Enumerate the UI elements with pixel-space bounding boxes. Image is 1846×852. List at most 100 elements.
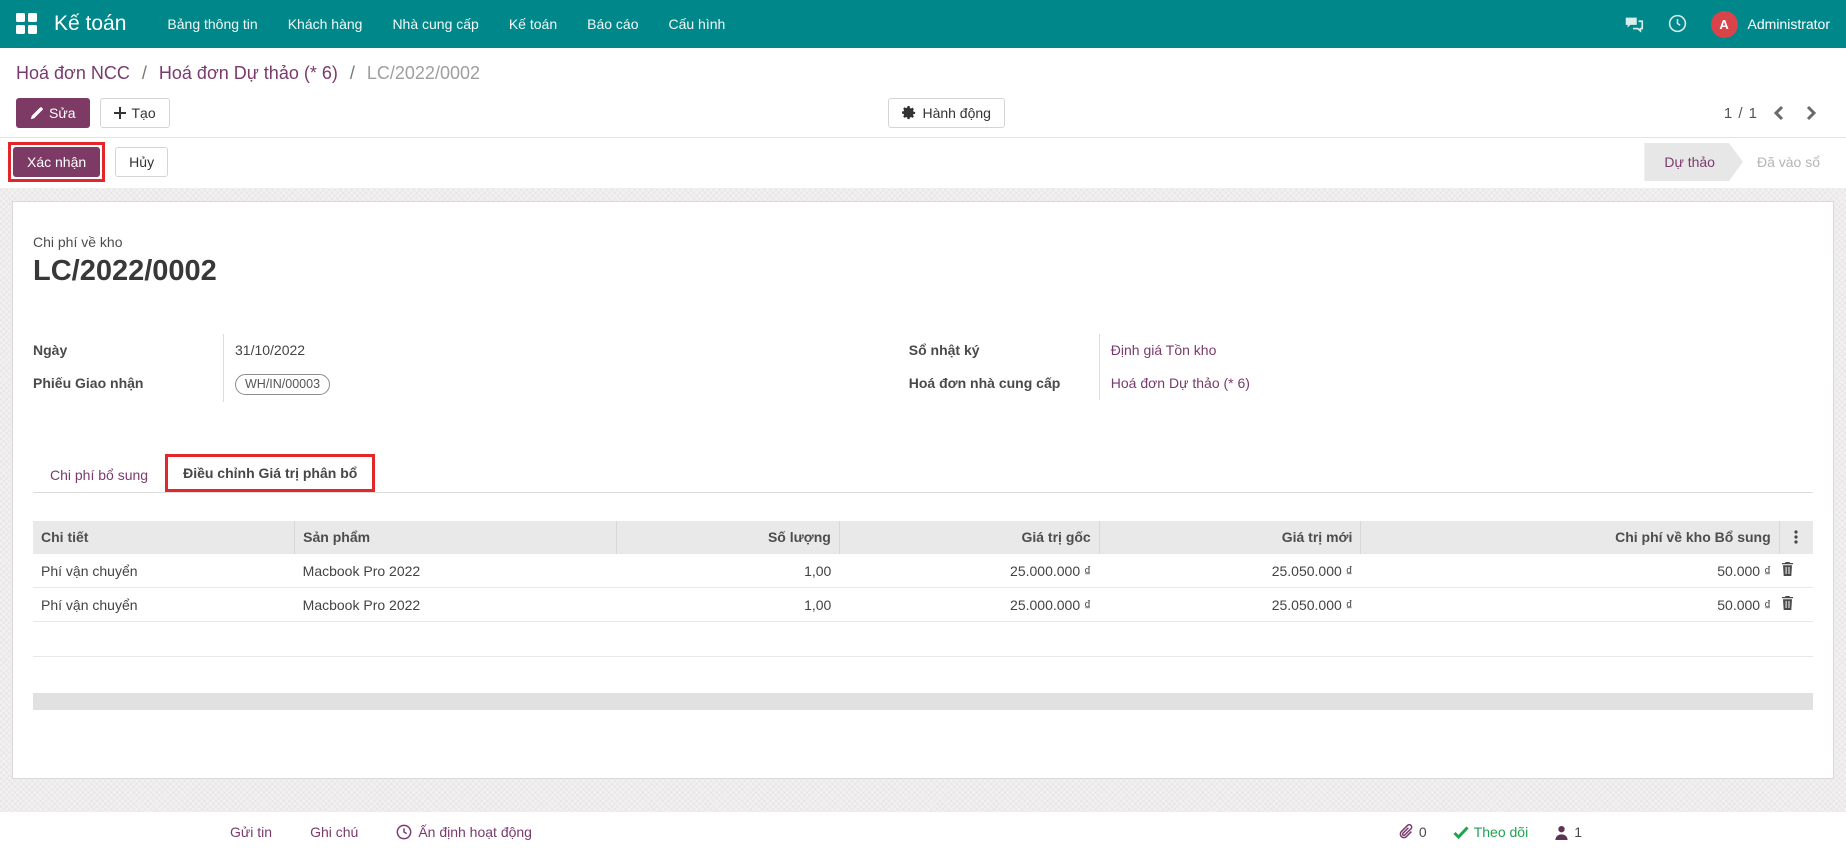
statusbar: Dự thảo Đã vào sổ [1644, 143, 1836, 181]
field-label-transfer: Phiếu Giao nhận [33, 375, 144, 391]
field-date: Ngày 31/10/2022 [33, 334, 902, 367]
main-menu: Bảng thông tin Khách hàng Nhà cung cấp K… [152, 0, 740, 48]
user-avatar[interactable]: A [1710, 10, 1738, 38]
journal-link[interactable]: Định giá Tồn kho [1111, 342, 1217, 358]
control-panel-buttons: Sửa Tạo Hành động 1 / 1 [0, 89, 1846, 137]
menu-settings[interactable]: Cấu hình [653, 0, 740, 48]
state-posted[interactable]: Đã vào sổ [1743, 143, 1836, 181]
schedule-activity-button[interactable]: Ấn định hoạt động [396, 824, 532, 840]
optional-columns-icon[interactable] [1778, 521, 1813, 554]
followers-button[interactable]: 1 [1554, 824, 1582, 840]
form-view-background: Chi phí về kho LC/2022/0002 Ngày 31/10/2… [0, 188, 1846, 812]
tab-valuation-adjustments[interactable]: Điều chỉnh Giá trị phân bổ [165, 454, 376, 492]
delete-row-icon[interactable] [1781, 562, 1794, 576]
pager-counter[interactable]: 1 / 1 [1724, 105, 1758, 122]
form-sheet: Chi phí về kho LC/2022/0002 Ngày 31/10/2… [12, 201, 1834, 779]
menu-vendors[interactable]: Nhà cung cấp [377, 0, 493, 48]
sheet-subtitle: Chi phí về kho [33, 234, 123, 250]
create-button[interactable]: Tạo [99, 98, 170, 128]
col-header-detail: Chi tiết [33, 521, 295, 554]
user-name[interactable]: Administrator [1748, 16, 1830, 32]
edit-button[interactable]: Sửa [16, 98, 90, 128]
field-journal: Sổ nhật ký Định giá Tồn kho [909, 334, 1813, 367]
record-title: LC/2022/0002 [33, 255, 217, 287]
pager-next-icon[interactable] [1800, 101, 1822, 125]
delete-row-icon[interactable] [1781, 596, 1794, 610]
cell-detail: Phí vận chuyển [33, 553, 295, 588]
empty-row [33, 621, 1813, 657]
breadcrumb-current: LC/2022/0002 [366, 63, 480, 83]
messages-icon[interactable] [1623, 13, 1645, 35]
col-header-original-value: Giá trị gốc [838, 521, 1100, 554]
breadcrumb-separator: / [141, 63, 147, 83]
action-menu-button[interactable]: Hành động [888, 98, 1005, 128]
cell-original-value: 25.000.000 ₫ [839, 587, 1100, 622]
col-header-product: Sản phẩm [294, 521, 617, 554]
app-title[interactable]: Kế toán [54, 12, 126, 36]
cell-quantity: 1,00 [616, 553, 840, 588]
send-message-button[interactable]: Gửi tin [230, 824, 272, 840]
field-label-vendor-bill: Hoá đơn nhà cung cấp [908, 375, 1061, 391]
horizontal-scrollbar[interactable] [33, 693, 1813, 710]
follow-button[interactable]: Theo dõi [1453, 824, 1528, 840]
cell-product: Macbook Pro 2022 [294, 553, 617, 588]
breadcrumb-separator: / [349, 63, 355, 83]
breadcrumb-vendor-bills[interactable]: Hoá đơn NCC [16, 63, 130, 83]
vendor-bill-link[interactable]: Hoá đơn Dự thảo (* 6) [1111, 375, 1250, 391]
field-label-date: Ngày [33, 342, 68, 358]
cell-original-value: 25.000.000 ₫ [839, 553, 1100, 588]
follower-count: 1 [1574, 824, 1582, 840]
cell-product: Macbook Pro 2022 [294, 587, 617, 622]
plus-icon [113, 107, 126, 119]
pager-previous-icon[interactable] [1768, 101, 1790, 125]
confirm-annotation-highlight: Xác nhận [8, 142, 106, 182]
chatter-bar: Gửi tin Ghi chú Ấn định hoạt động 0 Theo… [0, 812, 1846, 852]
breadcrumb-draft-bills[interactable]: Hoá đơn Dự thảo (* 6) [159, 63, 338, 83]
cell-new-value: 25.050.000 ₫ [1099, 553, 1361, 588]
menu-dashboard[interactable]: Bảng thông tin [152, 0, 272, 48]
field-label-journal: Sổ nhật ký [908, 342, 980, 358]
menu-reports[interactable]: Báo cáo [572, 0, 653, 48]
cell-additional-cost: 50.000 ₫ [1360, 587, 1780, 622]
col-header-new-value: Giá trị mới [1098, 521, 1361, 554]
clock-icon [396, 824, 412, 840]
activities-clock-icon[interactable] [1667, 13, 1689, 35]
cell-detail: Phí vận chuyển [33, 587, 295, 622]
top-navbar: Kế toán Bảng thông tin Khách hàng Nhà cu… [0, 0, 1846, 48]
table-row[interactable]: Phí vận chuyển Macbook Pro 2022 1,00 25.… [33, 553, 1813, 588]
cell-new-value: 25.050.000 ₫ [1099, 587, 1361, 622]
gear-icon [902, 106, 916, 120]
state-draft[interactable]: Dự thảo [1644, 143, 1743, 181]
confirm-button[interactable]: Xác nhận [13, 147, 101, 177]
cancel-button[interactable]: Hủy [115, 147, 169, 177]
field-transfer: Phiếu Giao nhận WH/IN/00003 [33, 367, 902, 402]
field-groups: Ngày 31/10/2022 Phiếu Giao nhận WH/IN/00… [33, 334, 1813, 402]
attachments-button[interactable]: 0 [1399, 824, 1427, 840]
log-note-button[interactable]: Ghi chú [310, 824, 358, 840]
check-icon [1453, 825, 1469, 839]
table-header-row: Chi tiết Sản phẩm Số lượng Giá trị gốc G… [33, 521, 1813, 554]
breadcrumb: Hoá đơn NCC / Hoá đơn Dự thảo (* 6) / LC… [0, 48, 1846, 89]
transfer-badge[interactable]: WH/IN/00003 [235, 374, 331, 395]
attachment-count: 0 [1418, 824, 1427, 840]
pager: 1 / 1 [1724, 101, 1822, 125]
person-icon [1555, 825, 1568, 840]
valuation-adjustments-table: Chi tiết Sản phẩm Số lượng Giá trị gốc G… [33, 521, 1813, 657]
pencil-icon [30, 106, 43, 119]
paperclip-icon [1399, 824, 1413, 839]
left-field-group: Ngày 31/10/2022 Phiếu Giao nhận WH/IN/00… [33, 334, 902, 402]
apps-menu-icon[interactable] [16, 13, 38, 35]
col-header-quantity: Số lượng [616, 521, 840, 554]
field-vendor-bill: Hoá đơn nhà cung cấp Hoá đơn Dự thảo (* … [909, 367, 1813, 400]
cell-additional-cost: 50.000 ₫ [1360, 553, 1780, 588]
right-field-group: Sổ nhật ký Định giá Tồn kho Hoá đơn nhà … [909, 334, 1813, 402]
cell-quantity: 1,00 [616, 587, 840, 622]
status-row: Xác nhận Hủy Dự thảo Đã vào sổ [0, 137, 1846, 188]
menu-accounting[interactable]: Kế toán [494, 0, 572, 48]
notebook-tabs: Chi phí bổ sung Điều chỉnh Giá trị phân … [33, 454, 1813, 493]
menu-customers[interactable]: Khách hàng [273, 0, 378, 48]
field-value-date: 31/10/2022 [223, 334, 902, 367]
tab-additional-costs[interactable]: Chi phí bổ sung [33, 458, 165, 492]
col-header-additional-cost: Chi phí về kho Bổ sung [1360, 521, 1780, 554]
table-row[interactable]: Phí vận chuyển Macbook Pro 2022 1,00 25.… [33, 587, 1813, 622]
